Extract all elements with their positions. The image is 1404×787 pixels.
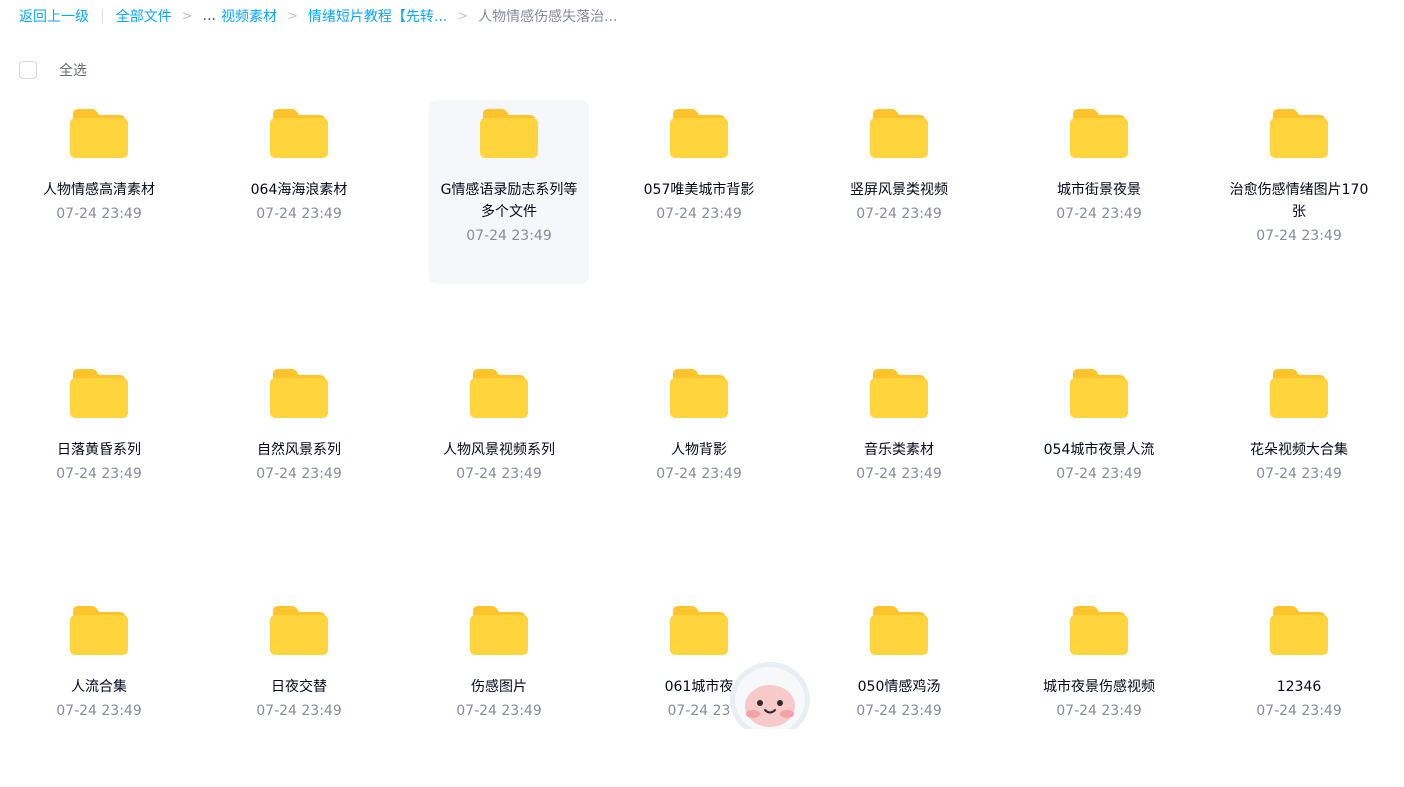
folder-item[interactable]: 064海海浪素材 07-24 23:49 [219, 100, 379, 284]
folder-item[interactable]: 人物风景视频系列 07-24 23:49 [419, 360, 579, 544]
folder-icon [70, 606, 128, 655]
folder-date: 07-24 23:49 [56, 466, 142, 482]
folder-date: 07-24 23:49 [256, 703, 342, 719]
folder-name: 人流合集 [71, 679, 127, 695]
folder-icon [670, 606, 728, 655]
folder-date: 07-24 23:49 [56, 206, 142, 222]
folder-row: 日落黄昏系列 07-24 23:49 自然风景系列 07-24 23:49 人物… [10, 360, 1404, 550]
folder-item[interactable]: 日落黄昏系列 07-24 23:49 [19, 360, 179, 544]
folder-item[interactable]: 人流合集 07-24 23:49 [19, 597, 179, 781]
folder-date: 07-24 23:49 [56, 703, 142, 719]
breadcrumb-ellipsis[interactable]: ... [203, 8, 216, 24]
folder-name: 人物背影 [671, 442, 727, 458]
folder-icon [270, 606, 328, 655]
folder-name: 057唯美城市背影 [643, 182, 755, 198]
folder-item[interactable]: 054城市夜景人流 07-24 23:49 [1019, 360, 1179, 544]
folder-date: 07-24 23:49 [256, 206, 342, 222]
folder-name: 城市夜景伤感视频 [1043, 679, 1155, 695]
folder-date: 07-24 23:49 [1056, 466, 1142, 482]
folder-item[interactable]: 城市街景夜景 07-24 23:49 [1019, 100, 1179, 284]
folder-item[interactable]: 自然风景系列 07-24 23:49 [219, 360, 379, 544]
folder-name: 日夜交替 [271, 679, 327, 695]
folder-icon [270, 109, 328, 158]
folder-icon [70, 369, 128, 418]
folder-icon [1070, 606, 1128, 655]
folder-item[interactable]: 伤感图片 07-24 23:49 [419, 597, 579, 781]
assistant-mascot-icon[interactable] [728, 660, 812, 729]
folder-name: 12346 [1276, 679, 1322, 695]
folder-icon [70, 109, 128, 158]
folder-item[interactable]: 音乐类素材 07-24 23:49 [819, 360, 979, 544]
folder-date: 07-24 23:49 [856, 703, 942, 719]
folder-item[interactable]: 057唯美城市背影 07-24 23:49 [619, 100, 779, 284]
folder-name: 人物情感高清素材 [43, 182, 155, 198]
breadcrumb-video-assets[interactable]: 视频素材 [221, 6, 277, 26]
folder-name: 城市街景夜景 [1057, 182, 1141, 198]
folder-icon [1270, 606, 1328, 655]
folder-date: 07-24 23:49 [456, 703, 542, 719]
breadcrumb-all-files[interactable]: 全部文件 [116, 6, 172, 26]
folder-item[interactable]: 竖屏风景类视频 07-24 23:49 [819, 100, 979, 284]
folder-name: 伤感图片 [471, 679, 527, 695]
folder-icon [1070, 369, 1128, 418]
folder-date: 07-24 23:49 [656, 206, 742, 222]
folder-icon [1270, 109, 1328, 158]
back-link[interactable]: 返回上一级 [19, 6, 89, 26]
folder-item[interactable]: 12346 07-24 23:49 [1219, 597, 1379, 781]
folder-date: 07-24 23:49 [856, 206, 942, 222]
chevron-right-icon: > [181, 8, 193, 24]
folder-icon [670, 369, 728, 418]
folder-date: 07-24 23:49 [456, 466, 542, 482]
folder-date: 07-24 23:49 [856, 466, 942, 482]
folder-icon [1070, 109, 1128, 158]
folder-icon [480, 109, 538, 158]
folder-date: 07-24 23:49 [466, 228, 552, 244]
breadcrumb-current: 人物情感伤感失落治... [478, 9, 618, 25]
folder-date: 07-24 23:49 [1256, 703, 1342, 719]
breadcrumb-divider: | [100, 8, 105, 24]
folder-date: 07-24 23:49 [1256, 466, 1342, 482]
breadcrumb: 返回上一级 | 全部文件 > ... 视频素材 > 情绪短片教程【先转... >… [19, 6, 618, 26]
folder-date: 07-24 23:49 [1056, 206, 1142, 222]
folder-name: G情感语录励志系列等多个文件 [440, 182, 578, 220]
folder-icon [670, 109, 728, 158]
folder-item[interactable]: 人物背影 07-24 23:49 [619, 360, 779, 544]
folder-icon [870, 109, 928, 158]
folder-icon [1270, 369, 1328, 418]
folder-date: 07-24 23:49 [256, 466, 342, 482]
folder-name: 花朵视频大合集 [1250, 442, 1348, 458]
folder-item[interactable]: 城市夜景伤感视频 07-24 23:49 [1019, 597, 1179, 781]
folder-name: 竖屏风景类视频 [850, 182, 948, 198]
folder-item[interactable]: 050情感鸡汤 07-24 23:49 [819, 597, 979, 781]
folder-icon [870, 369, 928, 418]
folder-icon [470, 369, 528, 418]
folder-name: 人物风景视频系列 [443, 442, 555, 458]
folder-icon [270, 369, 328, 418]
chevron-right-icon: > [286, 8, 298, 24]
folder-name: 治愈伤感情绪图片170张 [1229, 182, 1369, 220]
select-all-label: 全选 [59, 63, 87, 79]
folder-date: 07-24 23:49 [1256, 228, 1342, 244]
folder-name: 054城市夜景人流 [1043, 442, 1155, 458]
folder-item[interactable]: 花朵视频大合集 07-24 23:49 [1219, 360, 1379, 544]
folder-name: 064海海浪素材 [250, 182, 348, 198]
folder-item[interactable]: 人物情感高清素材 07-24 23:49 [19, 100, 179, 284]
folder-date: 07-24 23:49 [1056, 703, 1142, 719]
folder-row: 人流合集 07-24 23:49 日夜交替 07-24 23:49 伤感图片 0… [10, 597, 1404, 787]
folder-date: 07-24 23:49 [656, 466, 742, 482]
folder-icon [870, 606, 928, 655]
select-all[interactable]: 全选 [19, 60, 87, 80]
folder-icon [470, 606, 528, 655]
folder-item[interactable]: 治愈伤感情绪图片170张 07-24 23:49 [1219, 100, 1379, 284]
folder-name: 050情感鸡汤 [857, 679, 941, 695]
chevron-right-icon: > [457, 8, 469, 24]
folder-row: 人物情感高清素材 07-24 23:49 064海海浪素材 07-24 23:4… [10, 100, 1404, 290]
folder-name: 日落黄昏系列 [57, 442, 141, 458]
breadcrumb-tutorial[interactable]: 情绪短片教程【先转... [308, 6, 447, 26]
folder-name: 音乐类素材 [864, 442, 934, 458]
folder-item-hovered[interactable]: G情感语录励志系列等多个文件 07-24 23:49 [429, 100, 589, 284]
folder-item[interactable]: 日夜交替 07-24 23:49 [219, 597, 379, 781]
folder-name: 自然风景系列 [257, 442, 341, 458]
select-all-checkbox[interactable] [19, 61, 37, 79]
